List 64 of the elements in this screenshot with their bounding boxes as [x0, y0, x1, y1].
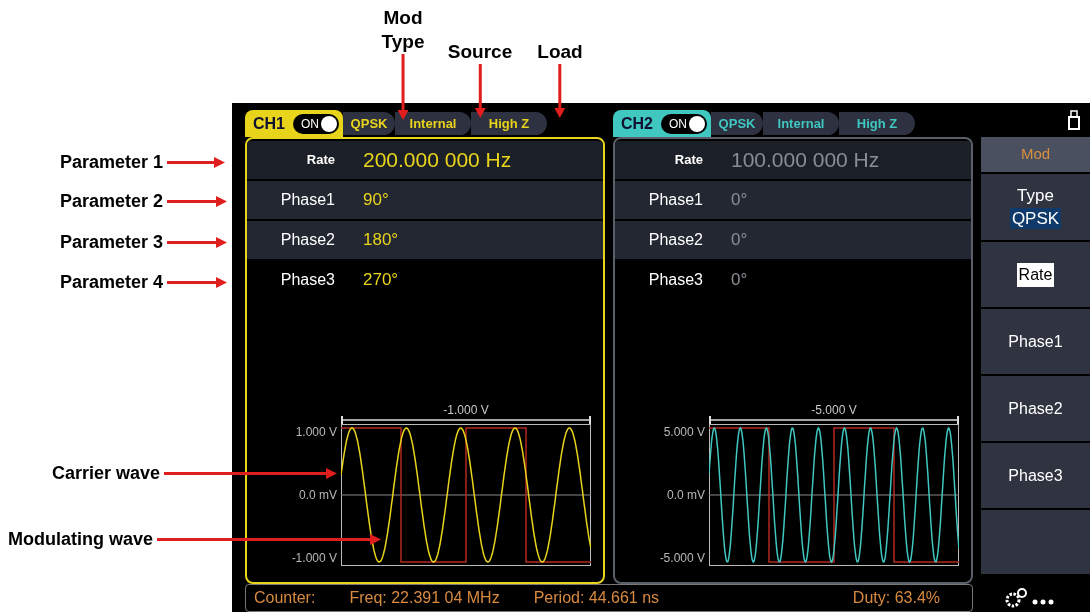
amplitude-label: -1.000 V	[443, 404, 489, 416]
status-chip: QPSK	[711, 112, 763, 135]
channel-tab[interactable]: CH1 ON	[245, 110, 343, 137]
parameter-value[interactable]: 90°	[347, 187, 389, 213]
menu-title: Mod	[981, 137, 1090, 172]
callout-arrow	[554, 64, 566, 118]
output-toggle[interactable]: ON	[661, 113, 707, 134]
status-chip: High Z	[839, 112, 915, 135]
parameter-value[interactable]: 0°	[715, 227, 748, 253]
parameter-label[interactable]: Phase3	[247, 268, 347, 292]
menu-item[interactable]: Rate	[981, 242, 1090, 307]
status-chip: High Z	[471, 112, 547, 135]
parameter-value[interactable]: 180°	[347, 227, 399, 253]
parameter-value[interactable]: 0°	[715, 187, 748, 213]
parameter-label[interactable]: Phase2	[615, 228, 715, 252]
callout-arrow	[397, 54, 409, 120]
callout-arrow	[167, 237, 228, 248]
parameter-value[interactable]: 0°	[715, 267, 748, 293]
parameter-label[interactable]: Phase1	[615, 188, 715, 212]
callout-arrow	[474, 64, 486, 118]
y-axis-label: -5.000 V	[659, 552, 705, 564]
callout-label: Mod Type	[381, 6, 425, 54]
callout-arrow	[167, 196, 228, 207]
callout-label: Carrier wave	[52, 462, 162, 485]
parameter-label[interactable]: Phase3	[615, 268, 715, 292]
parameter-value[interactable]: 270°	[347, 267, 399, 293]
status-chip: Internal	[763, 112, 839, 135]
y-axis-label: -1.000 V	[291, 552, 337, 564]
status-chip: QPSK	[343, 112, 395, 135]
channel-name: CH2	[621, 115, 653, 132]
callout-label: Parameter 3	[60, 231, 165, 254]
span-bracket-icon	[341, 416, 591, 424]
callout-label: Load	[537, 40, 583, 64]
output-toggle[interactable]: ON	[293, 113, 339, 134]
callout-label: Parameter 2	[60, 190, 165, 213]
y-axis-label: 5.000 V	[663, 426, 705, 438]
callout-arrow	[167, 157, 226, 168]
span-bracket-icon	[709, 416, 959, 424]
status-chip: Internal	[395, 112, 471, 135]
parameter-label[interactable]: Rate	[247, 150, 347, 170]
callout-arrow	[167, 277, 228, 288]
y-axis-label: 0.0 mV	[299, 489, 337, 501]
callout-label: Parameter 4	[60, 271, 165, 294]
parameter-value[interactable]: 200.000 000 Hz	[347, 144, 512, 176]
channel-name: CH1	[253, 115, 285, 132]
period-reading: Period: 44.661 ns	[533, 588, 660, 608]
parameter-label[interactable]: Phase1	[247, 188, 347, 212]
callout-label: Source	[447, 40, 513, 64]
frequency-reading: Freq: 22.391 04 MHz	[349, 588, 500, 608]
parameter-value[interactable]: 100.000 000 Hz	[715, 144, 880, 176]
menu-item[interactable]: Phase2	[981, 376, 1090, 441]
parameter-label[interactable]: Phase2	[247, 228, 347, 252]
counter-label: Counter:	[254, 588, 316, 608]
parameter-label[interactable]: Rate	[615, 150, 715, 170]
callout-label: Parameter 1	[60, 151, 165, 174]
menu-item[interactable]: Phase1	[981, 309, 1090, 374]
duty-reading: Duty: 63.4%	[852, 588, 940, 608]
menu-item[interactable]: Phase3	[981, 443, 1090, 508]
y-axis-label: 1.000 V	[295, 426, 337, 438]
amplitude-label: -5.000 V	[811, 404, 857, 416]
channel-tab[interactable]: CH2 ON	[613, 110, 711, 137]
menu-option[interactable]: Type QPSK	[981, 174, 1090, 240]
y-axis-label: 0.0 mV	[667, 489, 705, 501]
callout-label: Modulating wave	[8, 528, 154, 551]
